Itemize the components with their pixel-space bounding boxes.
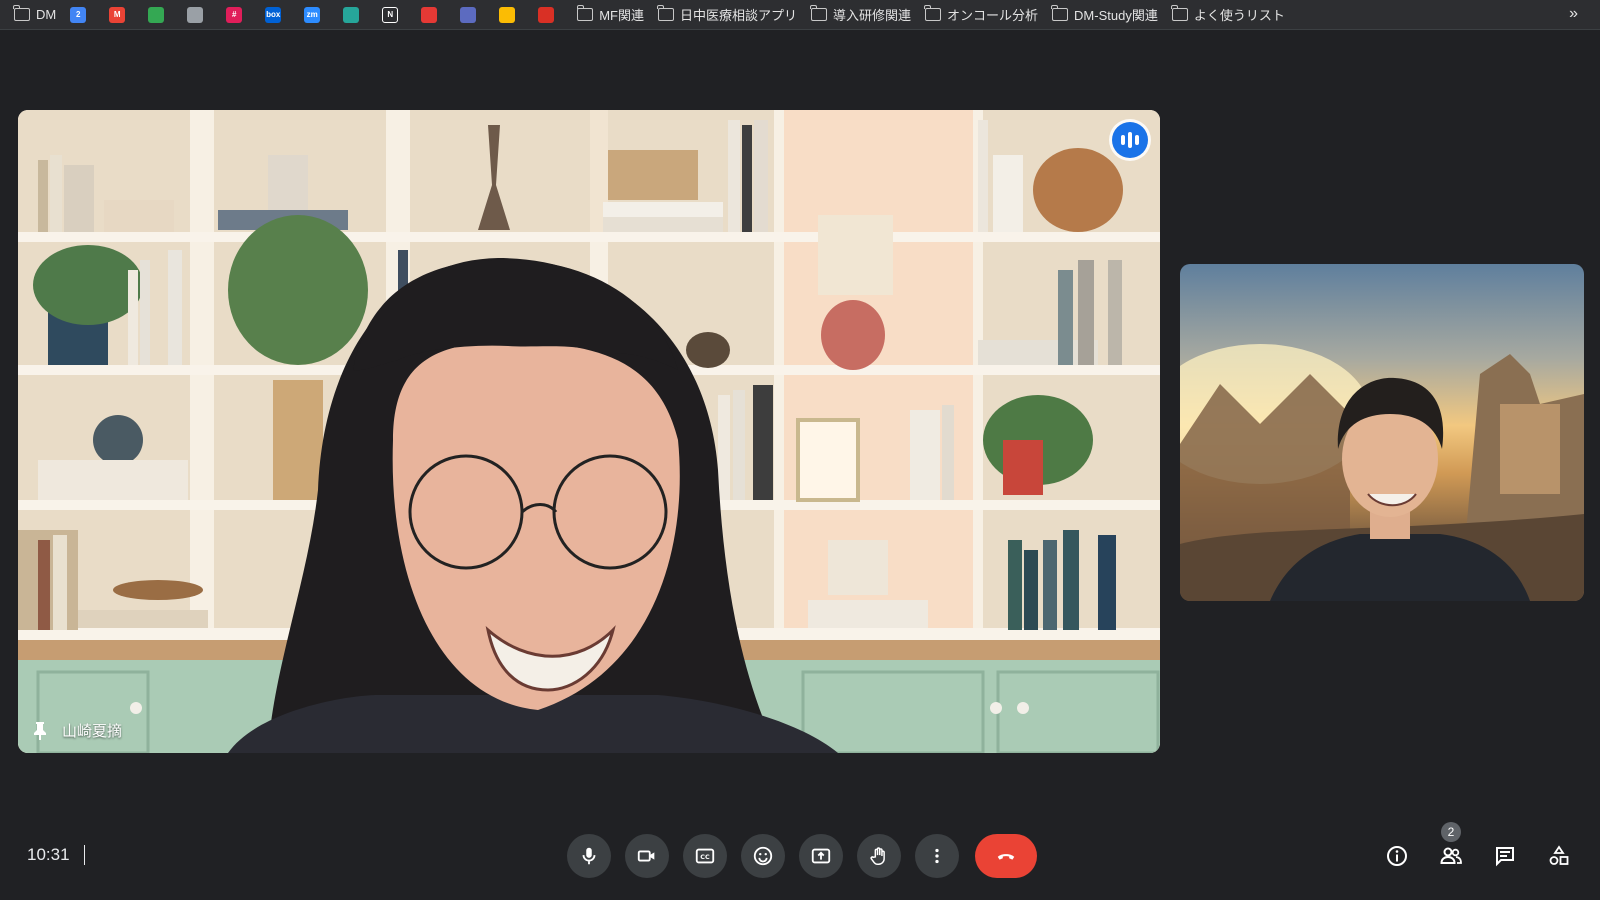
app-icon[interactable] (343, 6, 360, 23)
bookmark-folder-oncall[interactable]: オンコール分析 (924, 4, 1038, 26)
camera-button[interactable] (625, 834, 669, 878)
app-icon[interactable] (499, 6, 516, 23)
folder-icon (810, 5, 828, 21)
box-icon[interactable]: box (265, 6, 282, 23)
bookmark-folder-nicchu[interactable]: 日中医療相談アプリ (657, 4, 797, 26)
bookshelf-background-image (18, 110, 1160, 753)
chat-button[interactable] (1486, 834, 1524, 878)
captions-button[interactable]: CC (683, 834, 727, 878)
mic-icon (582, 847, 596, 865)
main-video-tile[interactable]: 山崎夏摘 (18, 110, 1160, 753)
landscape-background-image (1180, 344, 1584, 601)
people-button[interactable]: 2 (1432, 822, 1470, 878)
side-video-tile[interactable] (1180, 264, 1584, 601)
app-icon[interactable] (421, 6, 438, 23)
slack-icon[interactable]: # (226, 6, 243, 23)
side-tools: 2 (1378, 822, 1578, 878)
present-icon (811, 848, 831, 864)
app-icon[interactable] (460, 6, 477, 23)
clock-divider (83, 845, 85, 865)
svg-text:CC: CC (700, 853, 710, 861)
participant-name: 山崎夏摘 (62, 723, 123, 740)
app-icon[interactable] (187, 6, 204, 23)
folder-icon (1171, 5, 1188, 21)
activities-button[interactable] (1540, 834, 1578, 878)
bookmark-folder-mf[interactable]: MF関連 (576, 4, 644, 26)
emoji-reaction-button[interactable] (741, 834, 785, 878)
calendar-app-icon[interactable]: 2 (70, 6, 87, 23)
camera-icon (637, 850, 655, 862)
people-count-badge: 2 (1441, 822, 1461, 842)
bookmark-folder-training[interactable]: 導入研修関連 (810, 4, 911, 26)
meeting-info-button[interactable] (1378, 834, 1416, 878)
participant-name-plate: 山崎夏摘 (32, 720, 122, 741)
folder-icon (924, 5, 942, 21)
raise-hand-icon (870, 847, 885, 865)
bookmark-dm[interactable]: DM (13, 4, 56, 26)
bookmarks-overflow-chevron-icon[interactable]: » (1569, 5, 1578, 23)
bookmark-folder-favorites[interactable]: よく使うリスト (1171, 4, 1285, 26)
gmail-icon[interactable]: M (109, 6, 126, 23)
emoji-icon (753, 846, 773, 866)
end-call-icon (997, 854, 1015, 860)
folder-settings-icon (13, 5, 30, 21)
folder-icon (576, 5, 594, 21)
microphone-button[interactable] (567, 834, 611, 878)
meeting-clock: 10:31 (27, 845, 85, 865)
people-icon (1440, 847, 1462, 864)
folder-icon (657, 5, 674, 21)
drive-icon[interactable] (148, 6, 165, 23)
app-icon[interactable] (538, 6, 555, 23)
call-controls: CC (567, 834, 1037, 878)
chat-icon (1496, 847, 1514, 867)
pin-icon[interactable] (32, 721, 48, 741)
zoom-icon[interactable]: zm (304, 6, 321, 23)
info-icon (1387, 846, 1407, 866)
bookmarks-bar: DM 2 M # box zm N MF関連 日中医療相談アプリ 導入研修関連 オンコール… (0, 0, 1600, 30)
bookmark-app-icons: 2 M # box zm N (70, 6, 577, 23)
raise-hand-button[interactable] (857, 834, 901, 878)
more-options-button[interactable] (915, 834, 959, 878)
end-call-button[interactable] (975, 834, 1037, 878)
activities-icon (1549, 845, 1569, 865)
more-icon (935, 848, 939, 864)
captions-icon: CC (695, 848, 715, 864)
bookmark-folder-dmstudy[interactable]: DM-Study関連 (1051, 4, 1158, 26)
folder-icon (1051, 5, 1069, 21)
speaking-indicator-icon (1112, 122, 1148, 158)
current-time: 10:31 (27, 845, 70, 864)
notion-icon[interactable]: N (382, 6, 399, 23)
present-screen-button[interactable] (799, 834, 843, 878)
